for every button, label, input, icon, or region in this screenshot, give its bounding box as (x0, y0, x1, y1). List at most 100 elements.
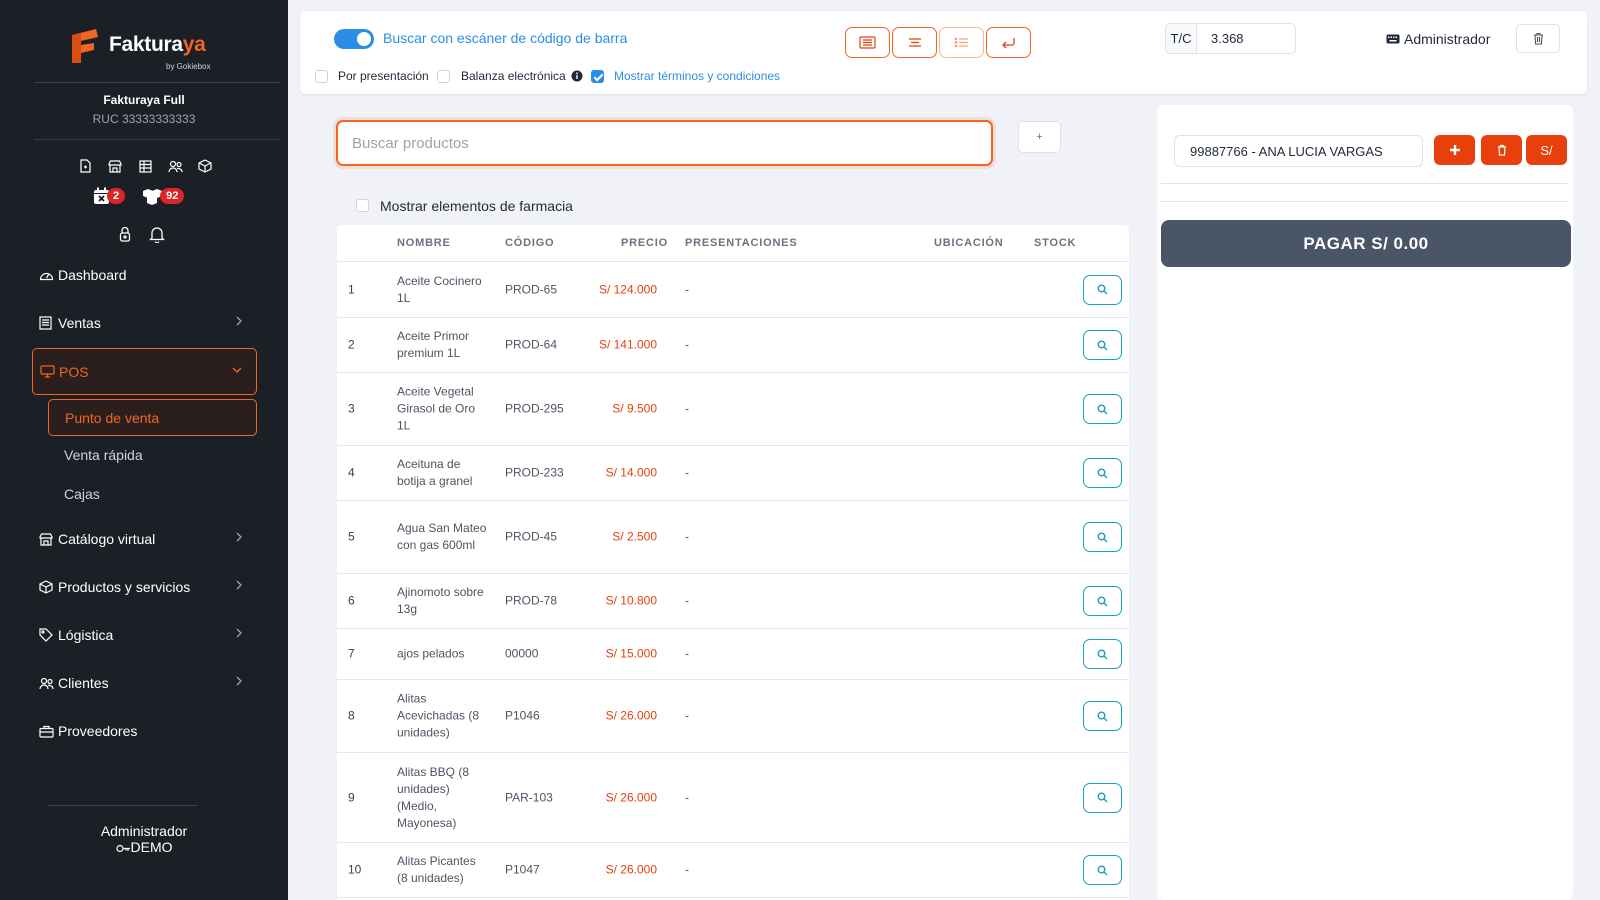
nav-item-proveedores[interactable]: Proveedores (32, 718, 257, 744)
return-button[interactable] (986, 27, 1031, 58)
box-icon[interactable] (196, 157, 214, 175)
product-code: PAR-103 (505, 790, 553, 804)
boxes-alerts[interactable]: 92 (141, 188, 185, 205)
table-row[interactable]: 10 Alitas Picantes (8 unidades) P1047 S/… (337, 843, 1129, 898)
table-row[interactable]: 5 Agua San Mateo con gas 600ml PROD-45 S… (337, 501, 1129, 574)
currency-button[interactable]: S/ (1526, 135, 1567, 165)
product-code: P1047 (505, 862, 540, 877)
product-detail-button[interactable] (1083, 782, 1122, 813)
product-code: 00000 (505, 646, 539, 661)
nav-item-productos[interactable]: Productos y servicios (32, 574, 257, 600)
product-presentations: - (685, 790, 689, 804)
product-code: PROD-45 (505, 529, 558, 544)
nav-item-logistica[interactable]: Lógistica (32, 622, 257, 648)
row-number: 6 (348, 593, 355, 608)
product-detail-button[interactable] (1083, 586, 1122, 616)
col-header-ubicacion: UBICACIÓN (934, 237, 1004, 249)
nav-item-ventas[interactable]: Ventas (32, 310, 257, 336)
product-detail-button[interactable] (1083, 394, 1122, 424)
product-detail-button[interactable] (1083, 701, 1122, 731)
search-icon (1097, 468, 1108, 478)
nav-item-dashboard[interactable]: Dashboard (32, 262, 257, 288)
view-list-button[interactable] (892, 27, 937, 58)
admin-user[interactable]: Administrador (1386, 31, 1490, 47)
col-header-presentaciones: PRESENTACIONES (685, 237, 798, 249)
product-detail-button[interactable] (1083, 274, 1122, 305)
table-row[interactable]: 2 Aceite Primor premium 1L PROD-64 S/ 14… (337, 318, 1129, 373)
remove-client-button[interactable] (1481, 135, 1522, 165)
product-detail-button[interactable] (1083, 639, 1122, 669)
product-name: Aceite Vegetal Girasol de Oro 1L (397, 384, 476, 433)
current-user[interactable]: Administrador DEMO (0, 823, 288, 855)
product-presentations: - (685, 529, 689, 544)
por-presentacion-label: Por presentación (338, 69, 429, 83)
balanza-checkbox[interactable] (437, 70, 450, 83)
product-code: PROD-78 (505, 593, 558, 608)
search-icon (1097, 711, 1108, 721)
product-detail-button[interactable] (1083, 458, 1122, 488)
row-number: 3 (348, 401, 355, 416)
barcode-scanner-toggle[interactable] (334, 29, 374, 49)
product-presentations: - (685, 593, 689, 608)
pay-button[interactable]: PAGAR S/ 0.00 (1161, 220, 1571, 267)
product-code: P1046 (505, 708, 540, 723)
briefcase-icon (39, 723, 55, 739)
table-row[interactable]: 7 ajos pelados 00000 S/ 15.000 - (337, 629, 1129, 680)
product-detail-button[interactable] (1083, 522, 1122, 552)
bell-icon[interactable] (149, 226, 165, 243)
nav-subitem-venta-rapida[interactable]: Venta rápida (48, 436, 257, 473)
document-icon[interactable] (76, 157, 94, 175)
add-product-button[interactable]: + (1018, 121, 1061, 153)
store-icon[interactable] (106, 157, 124, 175)
nav-label: Productos y servicios (58, 579, 191, 595)
nav-item-pos[interactable]: POS (32, 348, 257, 395)
product-detail-button[interactable] (1083, 855, 1122, 885)
table-row[interactable]: 9 Alitas BBQ (8 unidades) (Medio, Mayone… (337, 753, 1129, 843)
product-search-input[interactable] (336, 120, 993, 166)
pharmacy-checkbox[interactable] (356, 199, 369, 212)
product-name: Aceite Cocinero 1L (397, 273, 482, 305)
product-name: Aceite Primor premium 1L (397, 329, 470, 360)
product-code: PROD-233 (505, 465, 564, 480)
nav-label: Proveedores (58, 723, 138, 739)
exchange-rate-label: T/C (1166, 24, 1197, 53)
nav-item-catalogo-virtual[interactable]: Catálogo virtual (32, 526, 257, 552)
row-number: 5 (348, 529, 355, 544)
client-select[interactable] (1174, 135, 1423, 167)
nav-subitem-cajas[interactable]: Cajas (48, 475, 257, 512)
users-icon[interactable] (166, 157, 184, 175)
user-role: Administrador (100, 823, 188, 839)
product-name: Agua San Mateo con gas 600ml (397, 521, 487, 552)
info-icon[interactable] (571, 70, 583, 82)
product-price: S/ 26.000 (605, 790, 657, 804)
product-name: Alitas Picantes (8 unidades) (397, 854, 476, 885)
table-row[interactable]: 4 Aceituna de botija a granel PROD-233 S… (337, 446, 1129, 501)
nav-subitem-punto-de-venta[interactable]: Punto de venta (48, 399, 257, 436)
enter-return-icon (1002, 37, 1015, 48)
table-row[interactable]: 1 Aceite Cocinero 1L PROD-65 S/ 124.000 … (337, 262, 1129, 318)
table-icon[interactable] (136, 157, 154, 175)
sidebar-divider (48, 805, 198, 806)
clear-button[interactable] (1516, 24, 1560, 53)
calendar-alerts[interactable]: 2 (93, 187, 126, 205)
trash-icon (1533, 32, 1543, 45)
brand-logo[interactable]: Fakturaya by Gokiebox (68, 25, 228, 73)
add-client-button[interactable] (1434, 135, 1475, 165)
nav-label: Clientes (58, 675, 109, 691)
nav-label: Dashboard (58, 267, 127, 283)
terminos-checkbox[interactable] (591, 70, 604, 83)
chevron-right-icon (236, 580, 242, 590)
product-price: S/ 141.000 (598, 337, 657, 352)
product-presentations: - (685, 465, 689, 480)
table-row[interactable]: 6 Ajinomoto sobre 13g PROD-78 S/ 10.800 … (337, 574, 1129, 629)
product-detail-button[interactable] (1083, 330, 1122, 360)
view-bullets-button[interactable] (939, 27, 984, 58)
por-presentacion-checkbox[interactable] (315, 70, 328, 83)
lock-icon[interactable] (119, 226, 131, 242)
table-row[interactable]: 8 Alitas Acevichadas (8 unidades) P1046 … (337, 680, 1129, 753)
exchange-rate-input[interactable] (1197, 24, 1295, 53)
view-list-detailed-button[interactable] (845, 27, 890, 58)
nav-item-clientes[interactable]: Clientes (32, 670, 257, 696)
brand-subtitle: by Gokiebox (166, 62, 211, 71)
table-row[interactable]: 3 Aceite Vegetal Girasol de Oro 1L PROD-… (337, 373, 1129, 446)
